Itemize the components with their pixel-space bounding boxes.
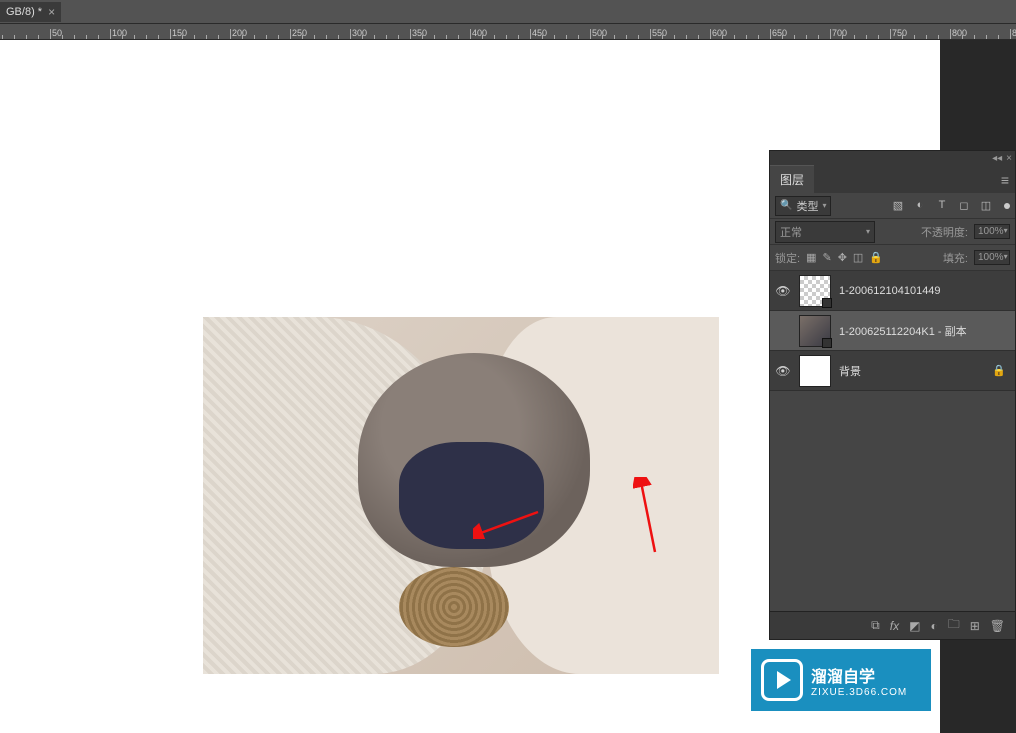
adjustment-layer-icon[interactable]: ◐: [930, 619, 937, 633]
layer-list: 👁 1-200612104101449 1-200625112204K1 - 副本 👁…: [770, 271, 1015, 391]
layer-name: 1-200612104101449: [839, 285, 1010, 297]
ruler-mark: 850: [1012, 28, 1016, 38]
ruler-mark: 300: [352, 28, 367, 38]
layer-row[interactable]: 👁 背景 🔒: [770, 351, 1015, 391]
group-icon[interactable]: 🗀: [948, 615, 960, 636]
layers-panel: ◂◂ × 图层 ≡ 🔍 类型 ▾ ▧ ◐ T ◻ ◫ 正常 ▾ 不透明度: 10…: [769, 150, 1016, 640]
filter-shape-icon[interactable]: ◻: [957, 199, 971, 212]
filter-adjust-icon[interactable]: ◐: [913, 199, 927, 212]
filter-type-icon[interactable]: T: [935, 199, 949, 212]
document-tab-bar: GB/8) * ×: [0, 0, 1016, 24]
filter-type-label: 类型: [796, 198, 818, 214]
delete-layer-icon[interactable]: 🗑: [990, 619, 1005, 633]
ruler-mark: 600: [712, 28, 727, 38]
lock-row: 锁定: ▦ ✎ ✥ ◫ 🔒 填充: 100%▾: [770, 245, 1015, 271]
play-icon: [761, 659, 803, 701]
lock-icon: 🔒: [992, 364, 1006, 377]
layer-style-icon[interactable]: fx: [890, 619, 899, 633]
panel-header: ◂◂ ×: [770, 151, 1015, 165]
ruler-mark: 350: [412, 28, 427, 38]
ruler-mark: 100: [112, 28, 127, 38]
close-icon[interactable]: ×: [1006, 153, 1012, 164]
arrow-annotation: [633, 477, 663, 557]
layer-row[interactable]: 👁 1-200612104101449: [770, 271, 1015, 311]
ruler-mark: 250: [292, 28, 307, 38]
panel-tabs: 图层 ≡: [770, 165, 1015, 193]
image-layer: [203, 317, 719, 674]
visibility-toggle[interactable]: 👁: [775, 364, 791, 378]
lock-all-icon[interactable]: 🔒: [869, 251, 883, 264]
panel-menu-icon[interactable]: ≡: [1001, 172, 1009, 193]
tab-layers[interactable]: 图层: [770, 165, 814, 193]
ruler-mark: 800: [952, 28, 967, 38]
collapse-icon[interactable]: ◂◂: [992, 153, 1002, 164]
ruler-mark: 450: [532, 28, 547, 38]
search-icon: 🔍: [780, 200, 792, 211]
blend-mode-select[interactable]: 正常 ▾: [775, 221, 875, 243]
visibility-toggle[interactable]: 👁: [775, 284, 791, 298]
ruler-mark: 200: [232, 28, 247, 38]
basket-shape: [399, 567, 509, 647]
layer-row[interactable]: 1-200625112204K1 - 副本: [770, 311, 1015, 351]
layer-name: 背景: [839, 363, 984, 379]
layer-list-empty: [770, 391, 1015, 611]
document-tab[interactable]: GB/8) * ×: [0, 2, 61, 22]
ruler-mark: 550: [652, 28, 667, 38]
filter-smart-icon[interactable]: ◫: [979, 199, 993, 212]
watermark-text: 溜溜自学 ZIXUE.3D66.COM: [811, 663, 907, 698]
layer-name: 1-200625112204K1 - 副本: [839, 323, 1010, 339]
filter-pixel-icon[interactable]: ▧: [891, 199, 905, 212]
watermark: 溜溜自学 ZIXUE.3D66.COM: [751, 649, 931, 711]
layer-thumbnail: [799, 355, 831, 387]
blend-mode-label: 正常: [780, 224, 802, 240]
link-layers-icon[interactable]: ⧉: [871, 618, 880, 633]
layer-filter-row: 🔍 类型 ▾ ▧ ◐ T ◻ ◫: [770, 193, 1015, 219]
ruler-mark: 150: [172, 28, 187, 38]
ruler-mark: 750: [892, 28, 907, 38]
lock-position-icon[interactable]: ✥: [838, 251, 847, 264]
filter-type-select[interactable]: 🔍 类型 ▾: [775, 196, 831, 216]
lock-artboard-icon[interactable]: ◫: [853, 251, 863, 264]
ruler-horizontal: 0501001502002503003504004505005506006507…: [0, 24, 1016, 40]
close-icon[interactable]: ×: [48, 5, 55, 19]
lock-icons: ▦ ✎ ✥ ◫ 🔒: [806, 251, 883, 264]
ruler-mark: 700: [832, 28, 847, 38]
ruler-mark: 50: [52, 28, 62, 38]
lock-label: 锁定:: [775, 250, 800, 266]
tab-title: GB/8) *: [6, 6, 42, 18]
chevron-down-icon: ▾: [1004, 226, 1008, 237]
panel-bottom-bar: ⧉ fx ◩ ◐ 🗀 ⊞ 🗑: [770, 611, 1015, 639]
chevron-down-icon: ▾: [822, 201, 826, 210]
filter-icons: ▧ ◐ T ◻ ◫: [891, 199, 993, 212]
blend-row: 正常 ▾ 不透明度: 100%▾: [770, 219, 1015, 245]
layer-mask-icon[interactable]: ◩: [909, 619, 920, 633]
lock-transparent-icon[interactable]: ▦: [806, 251, 816, 264]
ruler-mark: 400: [472, 28, 487, 38]
layer-thumbnail: [799, 315, 831, 347]
fill-label: 填充:: [943, 250, 968, 266]
ruler-mark: 500: [592, 28, 607, 38]
layer-thumbnail: [799, 275, 831, 307]
ruler-mark: 650: [772, 28, 787, 38]
arrow-annotation: [473, 509, 543, 539]
fill-input[interactable]: 100%▾: [974, 250, 1010, 265]
lock-pixels-icon[interactable]: ✎: [822, 251, 831, 264]
filter-toggle[interactable]: [1004, 203, 1010, 209]
opacity-input[interactable]: 100%▾: [974, 224, 1010, 239]
opacity-label: 不透明度:: [921, 224, 968, 240]
chevron-down-icon: ▾: [866, 227, 870, 236]
chevron-down-icon: ▾: [1004, 252, 1008, 263]
new-layer-icon[interactable]: ⊞: [970, 619, 980, 633]
